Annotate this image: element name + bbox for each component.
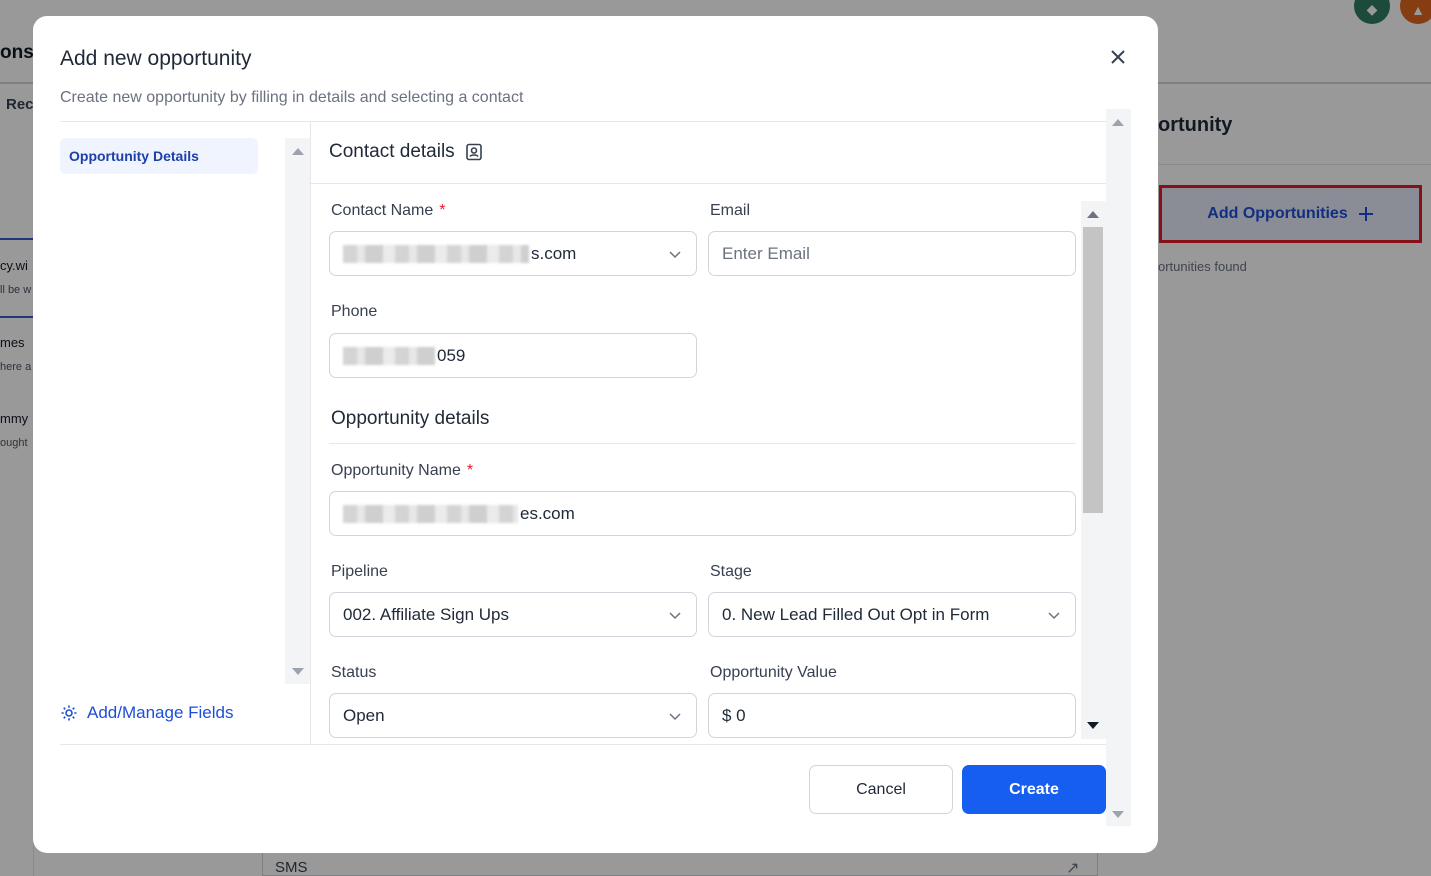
scroll-up-arrow-icon[interactable] bbox=[1087, 211, 1099, 218]
chevron-down-icon bbox=[1048, 612, 1060, 620]
cancel-button[interactable]: Cancel bbox=[809, 765, 953, 814]
nav-item-opportunity-details[interactable]: Opportunity Details bbox=[60, 138, 258, 174]
add-opportunity-modal: Add new opportunity Create new opportuni… bbox=[33, 16, 1158, 853]
gear-icon bbox=[61, 705, 77, 721]
contact-card-icon bbox=[465, 143, 482, 161]
scroll-down-arrow-icon[interactable] bbox=[292, 668, 304, 675]
email-placeholder: Enter Email bbox=[722, 243, 810, 263]
contact-name-label: Contact Name * bbox=[331, 202, 446, 219]
redacted-text bbox=[343, 504, 518, 523]
chevron-down-icon bbox=[669, 713, 681, 721]
required-marker: * bbox=[439, 202, 446, 219]
divider bbox=[60, 744, 1106, 745]
scroll-down-arrow-icon[interactable] bbox=[1087, 722, 1099, 729]
email-field[interactable]: Enter Email bbox=[708, 231, 1076, 276]
form-scrollbar[interactable] bbox=[1081, 201, 1106, 739]
scrollbar-thumb[interactable] bbox=[1083, 227, 1103, 513]
divider bbox=[310, 122, 311, 744]
divider bbox=[60, 121, 1131, 122]
status-value: Open bbox=[343, 705, 385, 725]
add-manage-fields-link[interactable]: Add/Manage Fields bbox=[60, 703, 233, 723]
opportunity-name-value: es.com bbox=[520, 503, 575, 523]
contact-name-select[interactable]: s.com bbox=[329, 231, 697, 276]
close-button[interactable] bbox=[1105, 44, 1131, 70]
redacted-text bbox=[343, 244, 529, 263]
phone-value: 059 bbox=[437, 345, 466, 365]
scroll-up-arrow-icon[interactable] bbox=[1112, 119, 1124, 126]
contact-details-heading: Contact details bbox=[329, 141, 483, 163]
chevron-down-icon bbox=[669, 251, 681, 259]
opportunity-value-field[interactable]: $ 0 bbox=[708, 693, 1076, 738]
stage-label: Stage bbox=[710, 563, 752, 580]
close-icon bbox=[1111, 50, 1125, 64]
phone-label: Phone bbox=[331, 303, 378, 320]
scroll-down-arrow-icon[interactable] bbox=[1112, 811, 1124, 818]
status-select[interactable]: Open bbox=[329, 693, 697, 738]
chevron-down-icon bbox=[669, 612, 681, 620]
required-marker: * bbox=[466, 462, 474, 479]
redacted-text bbox=[343, 346, 435, 365]
opportunity-value-label: Opportunity Value bbox=[710, 664, 837, 681]
opportunity-details-title: Opportunity details bbox=[331, 408, 490, 429]
opportunity-name-field[interactable]: es.com bbox=[329, 491, 1076, 536]
contact-details-title: Contact details bbox=[329, 141, 455, 162]
divider bbox=[311, 183, 1106, 184]
modal-title: Add new opportunity bbox=[60, 47, 252, 70]
pipeline-value: 002. Affiliate Sign Ups bbox=[343, 604, 510, 624]
contact-name-value: s.com bbox=[531, 243, 577, 263]
pipeline-label: Pipeline bbox=[331, 563, 388, 580]
opportunity-name-label: Opportunity Name * bbox=[331, 462, 474, 479]
status-label: Status bbox=[331, 664, 377, 681]
add-manage-fields-label: Add/Manage Fields bbox=[87, 703, 234, 722]
nav-scrollbar[interactable] bbox=[285, 138, 310, 684]
pipeline-select[interactable]: 002. Affiliate Sign Ups bbox=[329, 592, 697, 637]
email-label: Email bbox=[710, 202, 751, 219]
opportunity-value: $ 0 bbox=[722, 705, 746, 725]
scroll-up-arrow-icon[interactable] bbox=[292, 148, 304, 155]
modal-subtitle: Create new opportunity by filling in det… bbox=[60, 89, 524, 106]
stage-value: 0. New Lead Filled Out Opt in Form bbox=[722, 604, 990, 624]
create-button[interactable]: Create bbox=[962, 765, 1106, 814]
phone-field[interactable]: 059 bbox=[329, 333, 697, 378]
stage-select[interactable]: 0. New Lead Filled Out Opt in Form bbox=[708, 592, 1076, 637]
content-scrollbar[interactable] bbox=[1106, 109, 1131, 826]
divider bbox=[329, 443, 1076, 444]
